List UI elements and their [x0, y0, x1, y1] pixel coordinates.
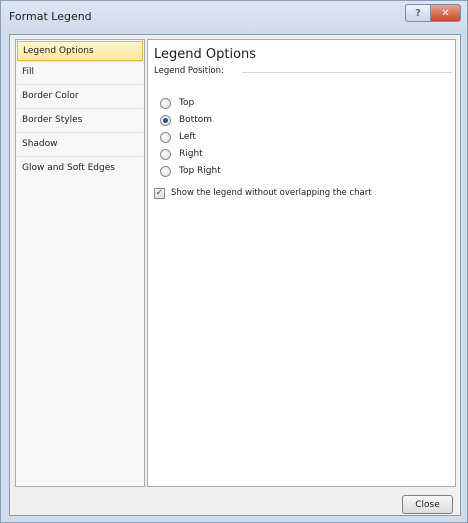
close-icon: ✕: [441, 7, 450, 19]
radio-top[interactable]: Top: [160, 96, 194, 110]
radio-left-label: Left: [179, 132, 196, 142]
radio-top-right-label: Top Right: [179, 166, 221, 176]
checkmark-icon: ✓: [155, 187, 164, 198]
radio-button[interactable]: [160, 97, 171, 109]
radio-button[interactable]: [160, 131, 171, 143]
window-close-button[interactable]: ✕: [431, 4, 461, 22]
divider: [17, 84, 143, 85]
group-divider: [242, 72, 452, 73]
nav-item-shadow[interactable]: Shadow: [17, 134, 143, 154]
overlap-checkbox-label: Show the legend without overlapping the …: [171, 188, 372, 198]
help-button[interactable]: ?: [405, 4, 431, 22]
radio-button-selected[interactable]: [160, 114, 171, 126]
category-list: Legend Options Fill Border Color Border …: [15, 39, 145, 487]
title-bar[interactable]: Format Legend ? ✕: [1, 1, 467, 35]
section-title: Legend Options: [154, 47, 257, 62]
nav-item-fill[interactable]: Fill: [17, 62, 143, 82]
help-icon: ?: [415, 7, 421, 19]
overlap-checkbox[interactable]: ✓: [154, 187, 165, 199]
window-title: Format Legend: [9, 10, 92, 23]
radio-top-label: Top: [179, 98, 195, 108]
nav-item-border-color[interactable]: Border Color: [17, 86, 143, 106]
caption-buttons: ? ✕: [405, 4, 461, 22]
dialog-client-area: Legend Options Fill Border Color Border …: [9, 34, 461, 516]
radio-button[interactable]: [160, 165, 171, 177]
radio-right[interactable]: Right: [160, 147, 203, 161]
close-button[interactable]: Close: [402, 495, 453, 514]
options-panel: Legend Options Legend Position: Top Bott…: [147, 39, 456, 487]
nav-item-border-styles[interactable]: Border Styles: [17, 110, 143, 130]
divider: [17, 156, 143, 157]
radio-bottom-label: Bottom: [179, 115, 213, 125]
radio-bottom[interactable]: Bottom: [160, 113, 212, 127]
nav-item-glow-soft-edges[interactable]: Glow and Soft Edges: [17, 158, 143, 178]
radio-top-right[interactable]: Top Right: [160, 164, 221, 178]
overlap-checkbox-row[interactable]: ✓ Show the legend without overlapping th…: [154, 186, 372, 200]
nav-item-legend-options[interactable]: Legend Options: [17, 41, 143, 61]
radio-right-label: Right: [179, 149, 203, 159]
radio-left[interactable]: Left: [160, 130, 196, 144]
divider: [17, 132, 143, 133]
divider: [17, 108, 143, 109]
radio-button[interactable]: [160, 148, 171, 160]
format-legend-dialog: Format Legend ? ✕ Legend Options Fill Bo…: [0, 0, 468, 523]
legend-position-label: Legend Position:: [154, 66, 224, 76]
